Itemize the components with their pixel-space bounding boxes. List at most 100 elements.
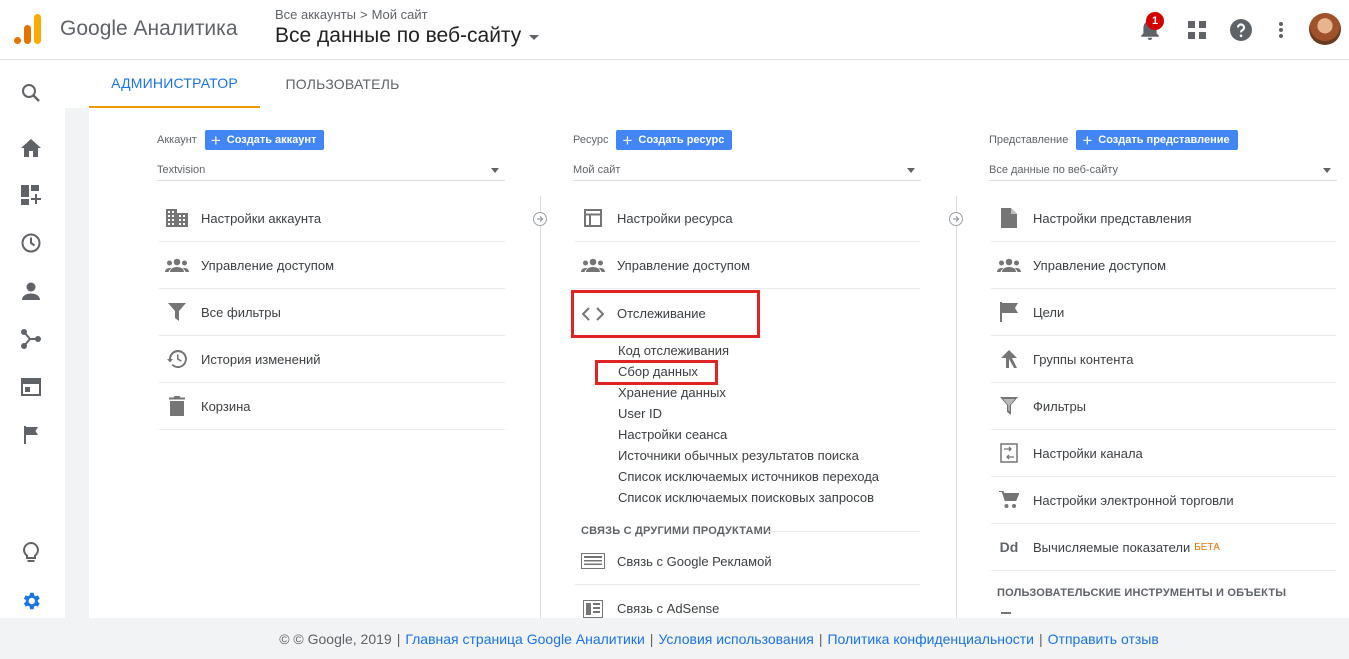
arrow-right-icon	[533, 212, 547, 226]
notifications-button[interactable]: 1	[1135, 12, 1165, 45]
view-content-groups-label: Группы контента	[1033, 351, 1134, 367]
property-select-value: Мой сайт	[573, 163, 621, 176]
footer-separator: |	[1039, 630, 1043, 647]
acquisition-icon[interactable]	[19, 327, 43, 351]
organic-search-sources-link[interactable]: Источники обычных результатов поиска	[618, 448, 859, 463]
view-access-item[interactable]: Управление доступом	[991, 242, 1336, 289]
view-calculated-metrics-item[interactable]: Dd Вычисляемые показатели БЕТА	[991, 524, 1336, 571]
more-menu-button[interactable]	[1266, 15, 1296, 45]
session-settings-link[interactable]: Настройки сеанса	[618, 427, 727, 442]
people-icon	[165, 253, 189, 277]
footer-feedback-link[interactable]: Отправить отзыв	[1048, 631, 1159, 647]
product-linking-section-title: СВЯЗЬ С ДРУГИМИ ПРОДУКТАМИ	[581, 525, 772, 537]
view-column-header: Представление + Создать представление	[989, 130, 1238, 150]
cart-icon	[997, 488, 1021, 512]
property-tracking-item[interactable]: Отслеживание	[575, 290, 920, 337]
data-retention-link[interactable]: Хранение данных	[618, 385, 726, 400]
admin-tabs: АДМИНИСТРАТОР ПОЛЬЗОВАТЕЛЬ	[89, 60, 1349, 108]
tab-admin[interactable]: АДМИНИСТРАТОР	[89, 60, 260, 108]
flag-icon	[997, 300, 1021, 324]
account-filters-item[interactable]: Все фильтры	[159, 289, 505, 336]
view-selector[interactable]: Все данные по веб-сайту	[275, 24, 540, 48]
view-ecommerce-label: Настройки электронной торговли	[1033, 492, 1234, 508]
view-ecommerce-item[interactable]: Настройки электронной торговли	[991, 477, 1336, 524]
account-header-label: Аккаунт	[157, 134, 197, 146]
realtime-icon[interactable]	[19, 231, 43, 255]
view-content-groups-item[interactable]: Группы контента	[991, 336, 1336, 383]
property-settings-label: Настройки ресурса	[617, 210, 733, 226]
footer: © © Google, 2019 | Главная страница Goog…	[89, 618, 1349, 659]
data-collection-link[interactable]: Сбор данных	[618, 364, 698, 379]
conversions-icon[interactable]	[19, 423, 43, 447]
create-account-label: Создать аккаунт	[226, 134, 317, 146]
audience-icon[interactable]	[19, 279, 43, 303]
breadcrumb-site[interactable]: Мой сайт	[372, 7, 428, 22]
discover-icon[interactable]	[19, 541, 43, 565]
create-property-button[interactable]: + Создать ресурс	[616, 130, 733, 150]
view-filters-label: Фильтры	[1033, 398, 1087, 414]
create-property-label: Создать ресурс	[638, 134, 725, 146]
tracking-code-link[interactable]: Код отслеживания	[618, 343, 729, 358]
property-settings-item[interactable]: Настройки ресурса	[575, 195, 920, 242]
account-history-item[interactable]: История изменений	[159, 336, 505, 383]
content-group-icon	[997, 347, 1021, 371]
dropdown-arrow-icon	[491, 168, 499, 173]
user-id-link[interactable]: User ID	[618, 406, 662, 421]
google-ads-link-item[interactable]: Связь с Google Рекламой	[575, 538, 920, 585]
property-tracking-label: Отслеживание	[617, 306, 706, 321]
admin-icon[interactable]	[19, 589, 43, 613]
apps-grid-icon	[1188, 21, 1206, 39]
beta-badge: БЕТА	[1194, 541, 1220, 553]
referral-exclusion-link[interactable]: Список исключаемых источников перехода	[618, 469, 879, 484]
create-view-button[interactable]: + Создать представление	[1076, 130, 1238, 150]
apps-button[interactable]	[1182, 15, 1212, 45]
account-settings-item[interactable]: Настройки аккаунта	[159, 195, 505, 242]
column-divider	[956, 196, 957, 618]
footer-privacy-link[interactable]: Политика конфиденциальности	[827, 631, 1034, 647]
view-channel-settings-item[interactable]: Настройки канала	[991, 430, 1336, 477]
content-gutter	[65, 108, 89, 618]
tab-user[interactable]: ПОЛЬЗОВАТЕЛЬ	[270, 60, 415, 108]
footer-terms-link[interactable]: Условия использования	[658, 631, 813, 647]
view-filters-item[interactable]: Фильтры	[991, 383, 1336, 430]
home-icon[interactable]	[19, 136, 43, 160]
property-access-label: Управление доступом	[617, 257, 751, 273]
behavior-icon[interactable]	[19, 375, 43, 399]
trash-icon	[165, 394, 189, 418]
view-goals-item[interactable]: Цели	[991, 289, 1336, 336]
admin-content: Аккаунт + Создать аккаунт Textvision Ресу…	[89, 108, 1349, 618]
layout-icon	[581, 206, 605, 230]
account-access-item[interactable]: Управление доступом	[159, 242, 505, 289]
left-navigation	[0, 60, 65, 659]
create-account-button[interactable]: + Создать аккаунт	[204, 130, 325, 150]
avatar[interactable]	[1309, 13, 1341, 45]
view-settings-item[interactable]: Настройки представления	[991, 195, 1336, 242]
property-access-item[interactable]: Управление доступом	[575, 242, 920, 289]
footer-separator: |	[818, 630, 823, 647]
view-title: Все данные по веб-сайту	[275, 24, 522, 47]
analytics-logo-icon[interactable]	[14, 14, 42, 44]
view-goals-label: Цели	[1033, 304, 1065, 320]
account-access-label: Управление доступом	[201, 257, 335, 273]
account-select[interactable]: Textvision	[157, 159, 505, 181]
breadcrumb-all-accounts[interactable]: Все аккаунты	[275, 7, 356, 22]
customization-icon[interactable]	[19, 183, 43, 207]
product-name: Google Аналитика	[60, 17, 238, 40]
adsense-link-item[interactable]: Связь с AdSense	[575, 585, 920, 618]
footer-home-link[interactable]: Главная страница Google Аналитики	[405, 631, 644, 647]
view-select-value: Все данные по веб-сайту	[989, 163, 1119, 176]
account-column-header: Аккаунт + Создать аккаунт	[157, 130, 325, 150]
top-header: Google Аналитика Все аккаунты > Мой сайт В…	[0, 0, 1349, 60]
view-select[interactable]: Все данные по веб-сайту	[989, 159, 1337, 181]
adsense-link-label: Связь с AdSense	[617, 601, 720, 616]
search-term-exclusion-link[interactable]: Список исключаемых поисковых запросов	[618, 490, 874, 505]
account-trash-item[interactable]: Корзина	[159, 383, 505, 430]
search-icon[interactable]	[19, 81, 43, 105]
more-vert-icon	[1279, 22, 1283, 38]
help-button[interactable]	[1226, 15, 1256, 45]
property-select[interactable]: Мой сайт	[573, 159, 921, 181]
account-trash-label: Корзина	[201, 398, 251, 414]
breadcrumb[interactable]: Все аккаунты > Мой сайт	[275, 7, 428, 22]
caret-down-icon	[529, 35, 540, 40]
section-divider	[767, 531, 920, 532]
